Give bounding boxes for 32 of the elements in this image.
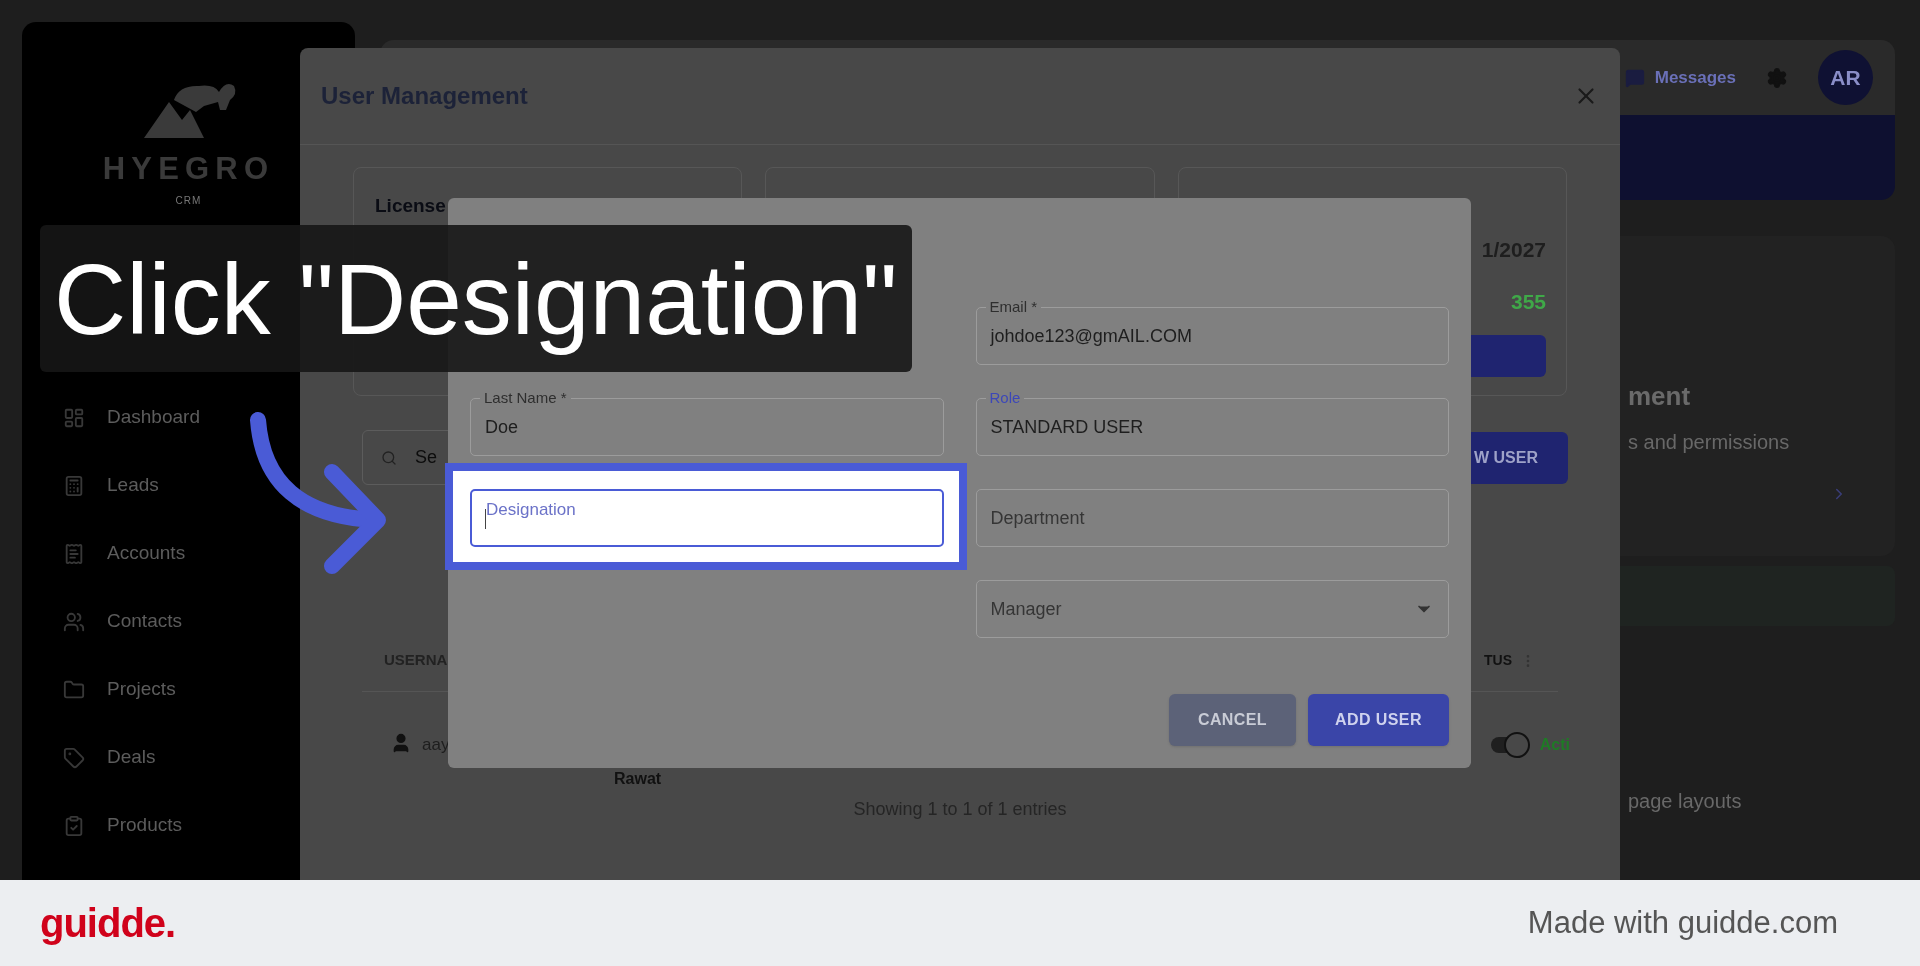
sidebar-item[interactable]: Leads: [107, 471, 159, 500]
sidebar-item[interactable]: Accounts: [107, 539, 186, 568]
footer-tagline: Made with guidde.com: [1527, 903, 1838, 942]
clipboard-check-icon: [63, 814, 85, 837]
sidebar-item[interactable]: Projects: [107, 675, 176, 704]
sidebar-item[interactable]: Deals: [107, 743, 156, 772]
card-title: ment: [1628, 381, 1692, 411]
dashboard-icon: [63, 406, 85, 429]
brand-logo: guidde.: [40, 900, 176, 947]
cancel-button[interactable]: CANCEL: [1169, 694, 1296, 746]
table-cell: Rawat: [614, 770, 662, 788]
receipt-icon: [63, 542, 85, 565]
column-header: TUS: [1484, 651, 1512, 670]
caption-banner: Click "Designation": [40, 225, 912, 372]
sidebar-item[interactable]: Products: [107, 811, 182, 840]
messages-link[interactable]: Messages: [1654, 64, 1736, 91]
add-user-button[interactable]: ADD USER: [1308, 694, 1449, 746]
logo-text: HYEGRO: [102, 150, 275, 188]
user-avatar[interactable]: AR: [1818, 50, 1873, 105]
card-title: License: [375, 195, 446, 216]
people-icon: [63, 610, 85, 633]
search-icon: [381, 449, 397, 466]
card-description: s and permissions: [1628, 430, 1791, 455]
settings-icon[interactable]: [1766, 66, 1788, 89]
sidebar-item[interactable]: Dashboard: [107, 403, 200, 432]
tag-icon: [63, 746, 85, 769]
count-value: 355: [1510, 288, 1546, 315]
card-description: page layouts: [1628, 790, 1742, 812]
logo-subtext: CRM: [175, 193, 202, 208]
sidebar-item[interactable]: Contacts: [107, 607, 182, 636]
folder-icon: [63, 678, 85, 701]
calculator-icon: [63, 474, 85, 497]
